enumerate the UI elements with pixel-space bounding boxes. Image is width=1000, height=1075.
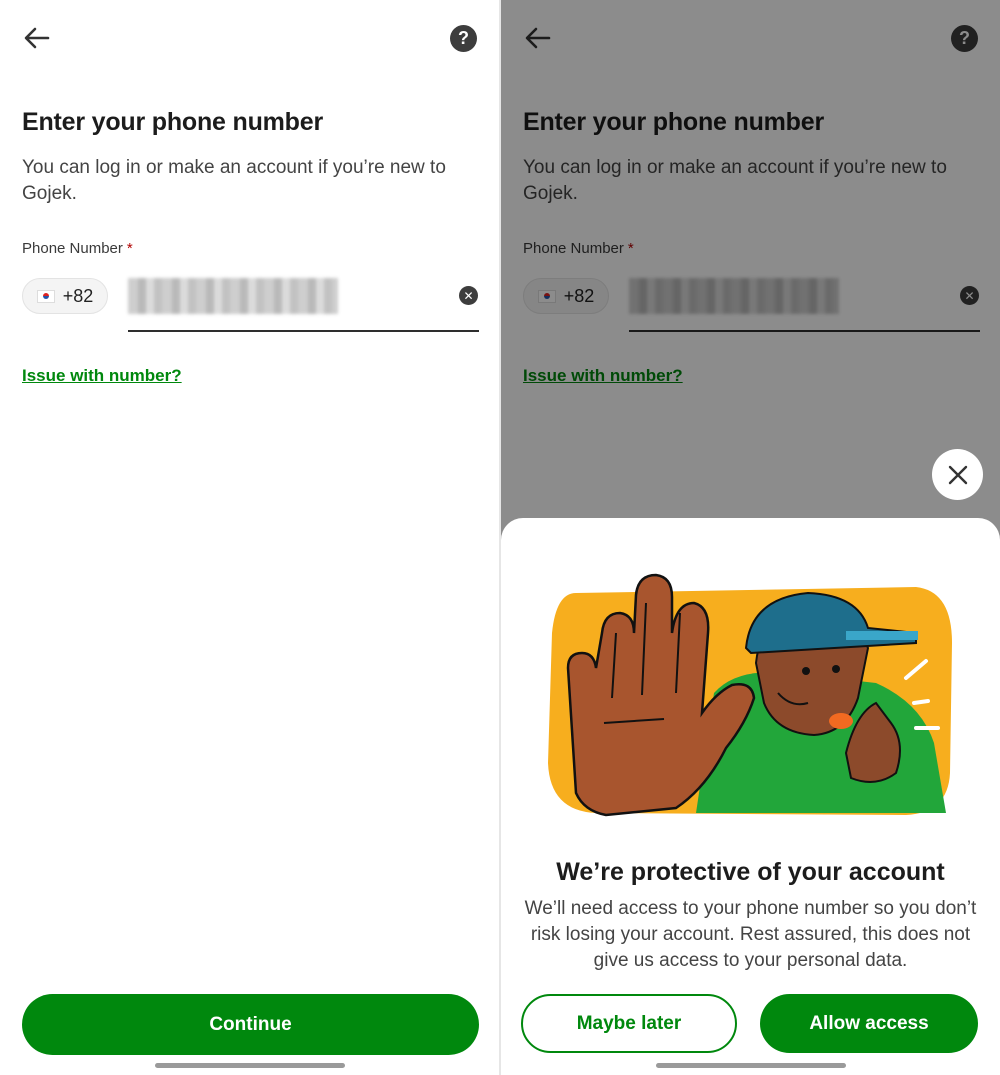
clear-input-icon[interactable]: ✕ [459, 286, 478, 305]
phone-number-input-redacted[interactable] [128, 278, 338, 314]
permission-bottom-sheet: We’re protective of your account We’ll n… [501, 518, 1000, 1075]
maybe-later-button[interactable]: Maybe later [521, 994, 737, 1053]
phone-number-label-text: Phone Number [22, 240, 123, 257]
south-korea-flag-icon [36, 289, 55, 303]
stop-hand-illustration [548, 573, 952, 817]
page-subtitle: You can log in or make an account if you… [22, 157, 446, 204]
country-code-selector[interactable]: +82 [22, 278, 108, 314]
home-indicator [155, 1063, 345, 1068]
phone-input-underline [128, 330, 479, 332]
sheet-title: We’re protective of your account [556, 858, 945, 886]
allow-access-button[interactable]: Allow access [760, 994, 978, 1053]
close-sheet-button[interactable] [932, 449, 983, 500]
arrow-left-icon[interactable] [22, 24, 52, 52]
required-mark: * [126, 240, 133, 257]
phone-number-label: Phone Number * [22, 240, 133, 257]
continue-button[interactable]: Continue [22, 994, 479, 1055]
close-icon [948, 465, 967, 484]
country-code-text: +82 [62, 285, 94, 306]
home-indicator [656, 1063, 846, 1068]
issue-with-number-link[interactable]: Issue with number? [22, 366, 182, 386]
login-screen: ? Enter your phone number You can log in… [0, 0, 499, 1075]
sheet-description: We’ll need access to your phone number s… [524, 898, 977, 971]
page-title: Enter your phone number [22, 108, 323, 136]
help-icon[interactable]: ? [450, 25, 477, 52]
login-screen-with-permission-sheet: ? Enter your phone number You can log in… [501, 0, 1000, 1075]
